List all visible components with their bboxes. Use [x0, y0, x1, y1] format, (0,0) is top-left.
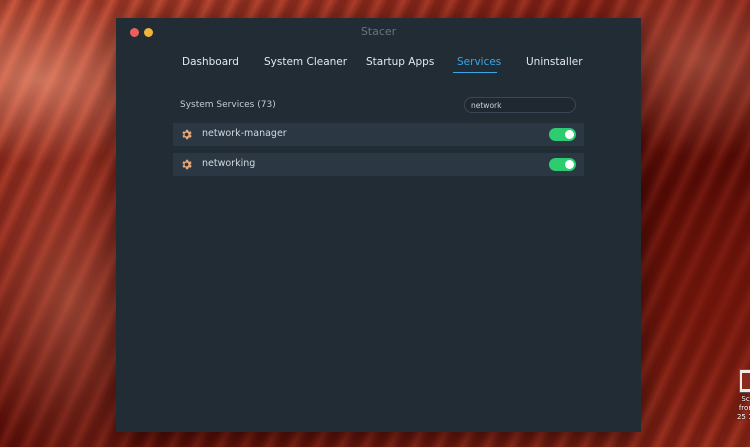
toggle-knob	[565, 160, 574, 169]
service-row: network-manager	[173, 123, 584, 146]
window-title: Stacer	[360, 25, 397, 38]
desktop-file-label-line: Scr	[741, 395, 750, 403]
service-enabled-toggle[interactable]	[549, 158, 576, 171]
tab-services[interactable]: Services	[457, 56, 501, 68]
tab-startup-apps[interactable]: Startup Apps	[366, 56, 434, 68]
desktop: Stacer Dashboard System Cleaner Startup …	[0, 0, 750, 447]
desktop-file-label-line: from	[738, 404, 750, 412]
file-thumbnail	[742, 373, 750, 389]
toggle-knob	[565, 130, 574, 139]
stacer-window: Stacer Dashboard System Cleaner Startup …	[116, 18, 641, 432]
desktop-file-label[interactable]: Scr from 25 18	[732, 395, 750, 422]
service-name: network-manager	[202, 128, 287, 139]
gear-icon	[182, 159, 192, 170]
title-bar[interactable]: Stacer	[116, 18, 641, 46]
tab-uninstaller[interactable]: Uninstaller	[526, 56, 583, 68]
service-row: networking	[173, 153, 584, 176]
service-enabled-toggle[interactable]	[549, 128, 576, 141]
services-count-label: System Services (73)	[180, 100, 276, 110]
service-search-input[interactable]	[464, 97, 576, 113]
desktop-file-label-line: 25 18	[736, 413, 750, 421]
active-tab-indicator	[453, 72, 497, 73]
tab-dashboard[interactable]: Dashboard	[182, 56, 239, 68]
screenshot-file-icon[interactable]	[739, 369, 750, 393]
main-tabs: Dashboard System Cleaner Startup Apps Se…	[116, 56, 641, 78]
gear-icon	[182, 129, 192, 140]
tab-system-cleaner[interactable]: System Cleaner	[264, 56, 347, 68]
service-name: networking	[202, 158, 256, 169]
